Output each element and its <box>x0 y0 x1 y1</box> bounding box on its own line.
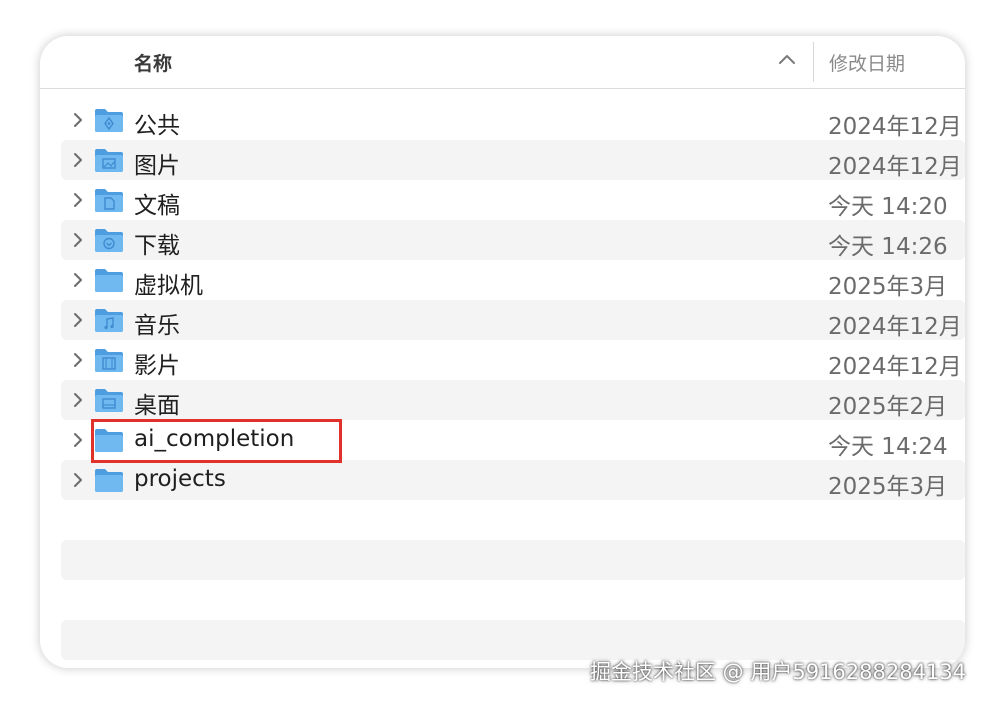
folder-row-music[interactable]: 音乐 2024年12月 <box>61 300 965 340</box>
modified-date: 今天 14:20 <box>828 194 948 220</box>
folder-name: 图片 <box>134 153 180 179</box>
folder-icon <box>95 269 123 292</box>
date-column-header[interactable]: 修改日期 <box>829 49 905 76</box>
desktop-folder-icon <box>95 389 123 412</box>
column-header: 名称 修改日期 <box>40 36 965 89</box>
chevron-right-icon[interactable] <box>71 231 85 249</box>
folder-row-pictures[interactable]: 图片 2024年12月 <box>61 140 965 180</box>
modified-date: 今天 14:26 <box>828 234 948 260</box>
folder-name: 下载 <box>134 233 180 259</box>
watermark: 掘金技术社区 @ 用户5916288284134 <box>590 660 967 684</box>
finder-window: 名称 修改日期 公共 2024年12月 图片 2024年12月 文稿 今天 14… <box>40 36 965 668</box>
folder-row-desktop[interactable]: 桌面 2025年2月 <box>61 380 965 420</box>
modified-date: 2024年12月 <box>828 114 962 140</box>
pictures-folder-icon <box>95 149 123 172</box>
chevron-right-icon[interactable] <box>71 351 85 369</box>
folder-row-vm[interactable]: 虚拟机 2025年3月 <box>61 260 965 300</box>
name-column-header[interactable]: 名称 <box>134 49 172 76</box>
chevron-right-icon[interactable] <box>71 311 85 329</box>
folder-name: 虚拟机 <box>134 273 203 299</box>
folder-row-public[interactable]: 公共 2024年12月 <box>61 100 965 140</box>
folder-name: 影片 <box>134 353 180 379</box>
modified-date: 今天 14:24 <box>828 434 948 460</box>
folder-name: 音乐 <box>134 313 180 339</box>
chevron-up-icon[interactable] <box>777 50 797 70</box>
folder-name: 公共 <box>134 113 180 139</box>
modified-date: 2025年2月 <box>828 394 948 420</box>
documents-folder-icon <box>95 189 123 212</box>
modified-date: 2024年12月 <box>828 154 962 180</box>
modified-date: 2025年3月 <box>828 474 948 500</box>
folder-name: projects <box>134 466 226 492</box>
folder-name: 桌面 <box>134 393 180 419</box>
highlight-annotation-box <box>91 419 342 463</box>
empty-row <box>61 540 965 580</box>
chevron-right-icon[interactable] <box>71 271 85 289</box>
column-divider[interactable] <box>813 42 814 82</box>
public-folder-icon <box>95 109 123 132</box>
chevron-right-icon[interactable] <box>71 111 85 129</box>
folder-row-downloads[interactable]: 下载 今天 14:26 <box>61 220 965 260</box>
folder-row-movies[interactable]: 影片 2024年12月 <box>61 340 965 380</box>
movies-folder-icon <box>95 349 123 372</box>
modified-date: 2024年12月 <box>828 354 962 380</box>
modified-date: 2025年3月 <box>828 274 948 300</box>
chevron-right-icon[interactable] <box>71 471 85 489</box>
modified-date: 2024年12月 <box>828 314 962 340</box>
chevron-right-icon[interactable] <box>71 191 85 209</box>
music-folder-icon <box>95 309 123 332</box>
downloads-folder-icon <box>95 229 123 252</box>
chevron-right-icon[interactable] <box>71 391 85 409</box>
folder-icon <box>95 469 123 492</box>
empty-row <box>61 620 965 660</box>
folder-row-projects[interactable]: projects 2025年3月 <box>61 460 965 500</box>
chevron-right-icon[interactable] <box>71 151 85 169</box>
folder-row-documents[interactable]: 文稿 今天 14:20 <box>61 180 965 220</box>
chevron-right-icon[interactable] <box>71 431 85 449</box>
folder-name: 文稿 <box>134 193 180 219</box>
